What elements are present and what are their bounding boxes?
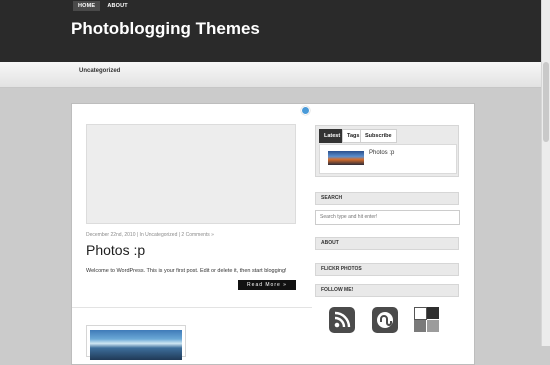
- main-content: December 22nd, 2010 | In Uncategorized |…: [71, 103, 475, 365]
- category-bar: Uncategorized: [0, 62, 542, 88]
- category-link-uncategorized[interactable]: Uncategorized: [79, 68, 120, 74]
- post-image-placeholder[interactable]: [86, 124, 296, 224]
- site-title[interactable]: Photoblogging Themes: [71, 19, 260, 39]
- about-heading: ABOUT: [321, 240, 339, 246]
- post-thumbnail-image: [90, 330, 182, 360]
- widget-follow: FOLLOW ME!: [315, 284, 459, 297]
- tab-subscribe[interactable]: Subscribe: [360, 129, 397, 143]
- badge-icon: [301, 106, 310, 115]
- latest-item-title[interactable]: Photos :p: [369, 150, 394, 156]
- post-thumbnail[interactable]: [86, 325, 186, 360]
- tab-panel: Photos :p: [319, 144, 457, 174]
- top-nav: HOME ABOUT: [73, 1, 133, 11]
- latest-item-thumbnail[interactable]: [328, 151, 364, 165]
- delicious-icon[interactable]: [414, 307, 440, 333]
- widget-about: ABOUT: [315, 237, 459, 250]
- nav-about[interactable]: ABOUT: [102, 1, 133, 11]
- flickr-heading: FLICKR PHOTOS: [321, 266, 362, 272]
- read-more-button[interactable]: Read More »: [238, 280, 296, 290]
- scrollbar[interactable]: [541, 0, 550, 346]
- post-title[interactable]: Photos :p: [86, 242, 145, 258]
- search-input[interactable]: [315, 210, 460, 225]
- rss-icon[interactable]: [329, 307, 355, 333]
- widget-search: SEARCH: [315, 192, 459, 205]
- widget-flickr: FLICKR PHOTOS: [315, 263, 459, 276]
- search-heading: SEARCH: [321, 195, 343, 201]
- header: HOME ABOUT Photoblogging Themes: [0, 0, 542, 62]
- tab-widget: Latest Tags Subscribe Photos :p: [315, 125, 459, 177]
- scrollbar-thumb[interactable]: [543, 62, 549, 142]
- post-meta: December 22nd, 2010 | In Uncategorized |…: [86, 232, 214, 238]
- follow-heading: FOLLOW ME!: [321, 287, 354, 293]
- stumbleupon-icon[interactable]: [372, 307, 398, 333]
- post-excerpt: Welcome to WordPress. This is your first…: [86, 268, 287, 274]
- post-divider: [72, 307, 312, 308]
- nav-home[interactable]: HOME: [73, 1, 101, 11]
